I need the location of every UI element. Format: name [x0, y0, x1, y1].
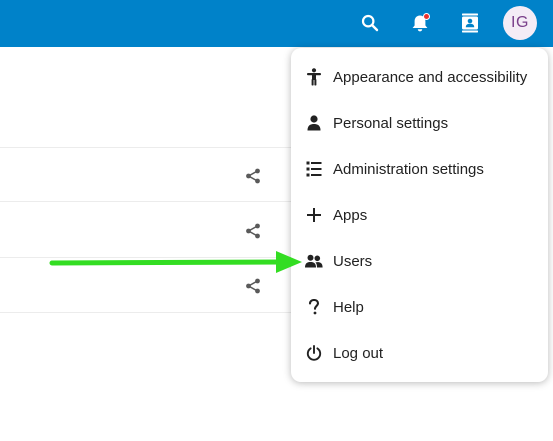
- top-header-bar: IG: [0, 0, 553, 47]
- share-icon[interactable]: [243, 276, 263, 296]
- menu-item-label: Administration settings: [333, 160, 484, 178]
- menu-item-label: Help: [333, 298, 364, 316]
- list-item[interactable]: [0, 203, 300, 258]
- search-icon[interactable]: [355, 8, 385, 38]
- avatar[interactable]: IG: [503, 6, 537, 40]
- notification-dot: [423, 13, 430, 20]
- avatar-initials: IG: [511, 14, 529, 31]
- menu-item-users[interactable]: Users: [291, 239, 548, 283]
- menu-item-label: Users: [333, 252, 373, 270]
- menu-item-label: Apps: [333, 206, 368, 224]
- menu-item-label: Appearance and accessibility: [333, 68, 528, 86]
- user-menu: Appearance and accessibility Personal se…: [291, 48, 548, 382]
- users-icon: [291, 239, 333, 283]
- power-icon: [291, 331, 333, 375]
- menu-item-help[interactable]: Help: [291, 285, 548, 329]
- person-icon: [291, 101, 333, 145]
- bell-icon[interactable]: [405, 8, 435, 38]
- contacts-icon[interactable]: [455, 8, 485, 38]
- menu-item-appearance[interactable]: Appearance and accessibility: [291, 55, 548, 99]
- menu-item-personal-settings[interactable]: Personal settings: [291, 101, 548, 145]
- menu-item-label: Log out: [333, 344, 384, 362]
- accessibility-icon: [291, 55, 333, 99]
- menu-item-apps[interactable]: Apps: [291, 193, 548, 237]
- menu-item-label: Personal settings: [333, 114, 449, 132]
- menu-item-administration-settings[interactable]: Administration settings: [291, 147, 548, 191]
- plus-icon: [291, 193, 333, 237]
- menu-item-log-out[interactable]: Log out: [291, 331, 548, 375]
- list-item[interactable]: [0, 258, 300, 313]
- share-icon[interactable]: [243, 221, 263, 241]
- page: IG Appearance and accessibility Personal…: [0, 0, 553, 441]
- list-icon: [291, 147, 333, 191]
- share-icon[interactable]: [243, 166, 263, 186]
- list-item[interactable]: [0, 147, 300, 202]
- help-icon: [291, 285, 333, 329]
